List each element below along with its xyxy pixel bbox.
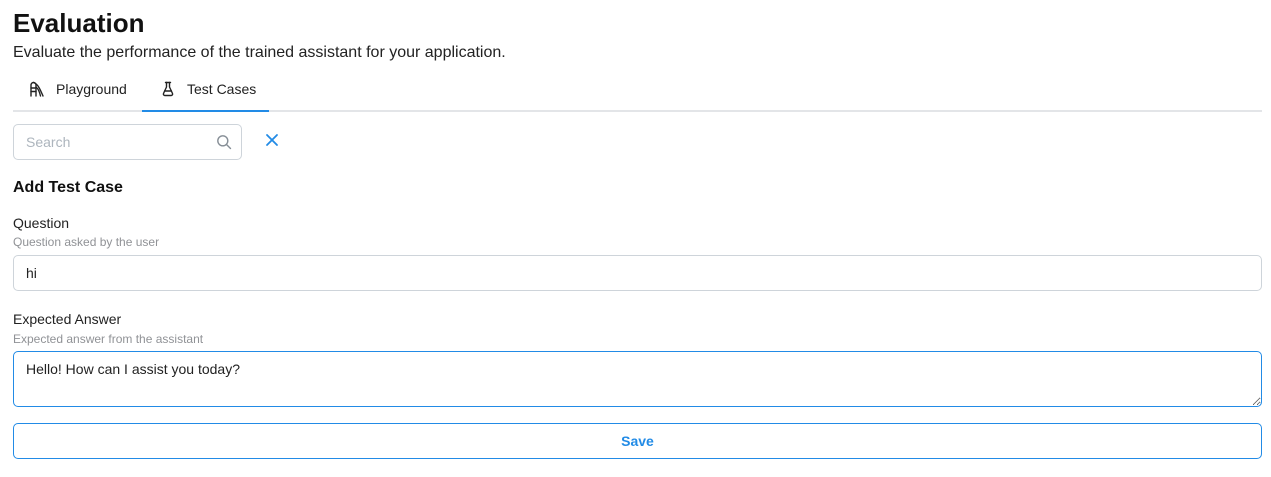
tab-playground-label: Playground <box>56 81 127 97</box>
question-label: Question <box>13 215 70 231</box>
expected-answer-description: Expected answer from the assistant <box>13 332 204 346</box>
evaluation-page: Evaluation Evaluate the performance of t… <box>0 0 1271 477</box>
expected-answer-label: Expected Answer <box>13 311 122 327</box>
playground-slide-icon <box>28 80 46 98</box>
page-subtitle: Evaluate the performance of the trained … <box>13 44 506 61</box>
search-input[interactable] <box>14 125 209 159</box>
tab-bar: Playground Test Cases <box>13 68 1262 112</box>
page-title: Evaluation <box>13 8 145 38</box>
close-icon <box>265 133 279 152</box>
question-input[interactable] <box>13 255 1262 291</box>
tab-test-cases[interactable]: Test Cases <box>142 68 269 112</box>
question-description: Question asked by the user <box>13 235 160 249</box>
expected-answer-input[interactable]: Hello! How can I assist you today? <box>13 351 1262 407</box>
section-title: Add Test Case <box>13 179 123 196</box>
tab-test-cases-label: Test Cases <box>187 81 257 97</box>
flask-icon <box>159 80 177 98</box>
search-icon[interactable] <box>216 134 232 150</box>
save-button[interactable]: Save <box>13 423 1262 459</box>
search-field <box>13 124 242 160</box>
clear-search-button[interactable] <box>261 131 283 153</box>
tab-playground[interactable]: Playground <box>13 68 142 110</box>
